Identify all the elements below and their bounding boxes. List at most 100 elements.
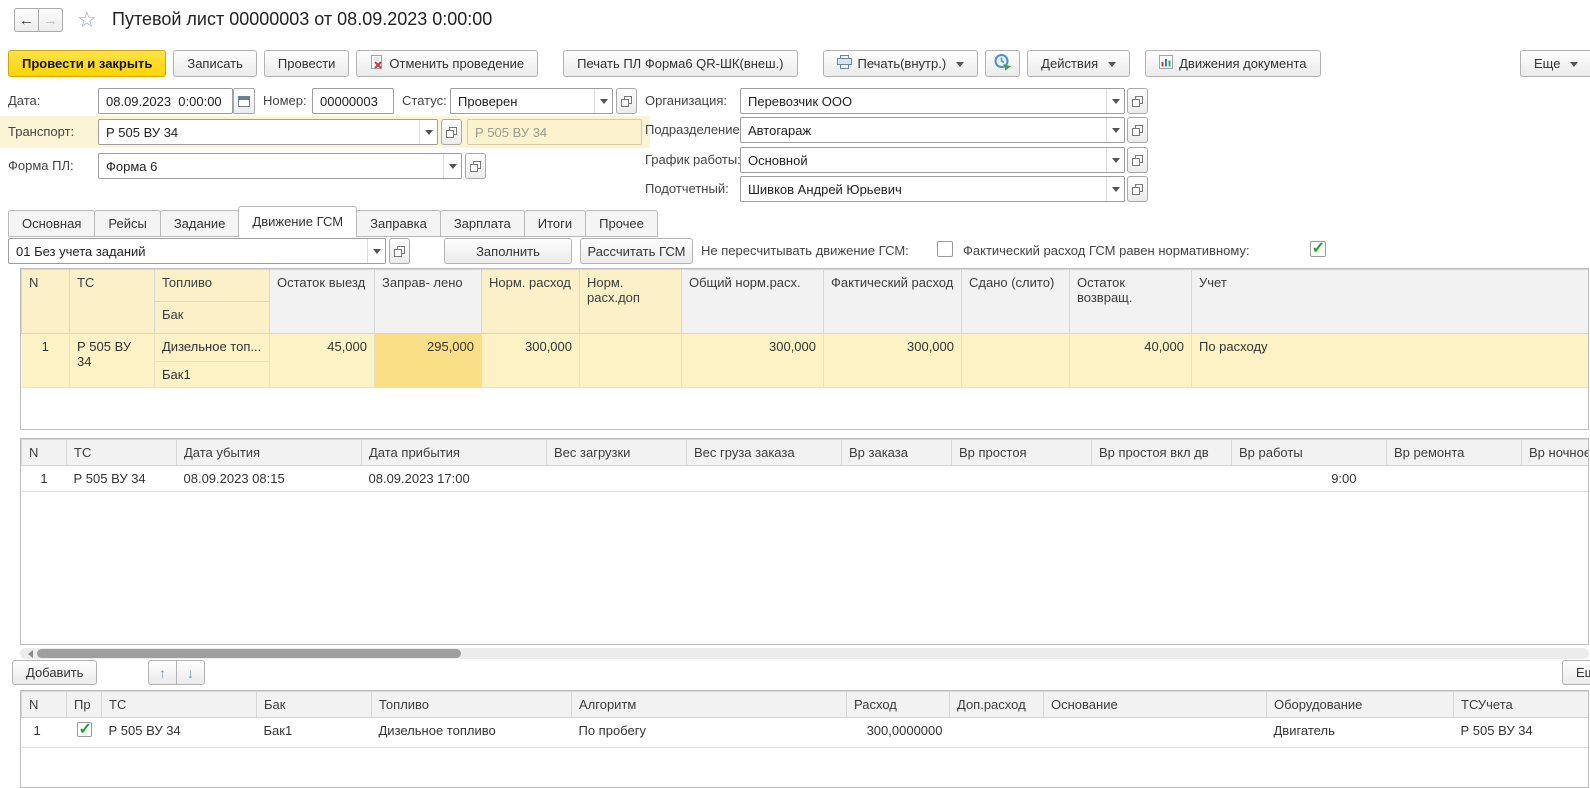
cell-depart[interactable]: 08.09.2023 08:15 bbox=[177, 466, 362, 492]
cell-consumption[interactable]: 300,0000000 bbox=[847, 718, 950, 748]
forward-button[interactable]: → bbox=[38, 8, 63, 32]
chevron-down-icon[interactable] bbox=[594, 89, 612, 113]
chevron-down-icon[interactable] bbox=[1106, 148, 1124, 172]
cell-pr[interactable] bbox=[67, 718, 102, 748]
cell-fuel[interactable]: Дизельное топливо bbox=[372, 718, 572, 748]
undo-posting-button[interactable]: Отменить проведение bbox=[356, 50, 538, 77]
cell-equipment[interactable]: Двигатель bbox=[1267, 718, 1454, 748]
cell-refueled-selected[interactable]: 295,000 bbox=[375, 334, 482, 388]
cell-repair-time[interactable] bbox=[1387, 466, 1522, 492]
algo-col-add-consumption[interactable]: Доп.расход bbox=[950, 692, 1044, 718]
fuel-col-drained[interactable]: Сдано (слито) bbox=[962, 270, 1070, 334]
print-internal-button[interactable]: Печать(внутр.) bbox=[823, 50, 979, 77]
algo-col-tank[interactable]: Бак bbox=[257, 692, 372, 718]
cell-add-consumption[interactable] bbox=[950, 718, 1044, 748]
trip-col-arrive[interactable]: Дата прибытия bbox=[362, 440, 547, 466]
algo-col-fuel[interactable]: Топливо bbox=[372, 692, 572, 718]
chevron-down-icon[interactable] bbox=[419, 120, 437, 144]
organization-combo[interactable]: Перевозчик ООО bbox=[740, 88, 1125, 114]
gsm-mode-open-button[interactable] bbox=[389, 238, 410, 264]
chevron-down-icon[interactable] bbox=[1106, 177, 1124, 201]
cell-tank[interactable]: Бак1 bbox=[257, 718, 372, 748]
trip-col-repair-time[interactable]: Вр ремонта bbox=[1387, 440, 1522, 466]
post-button[interactable]: Провести bbox=[264, 50, 350, 77]
add-button[interactable]: Добавить bbox=[12, 660, 97, 685]
fuel-col-refueled[interactable]: Заправ- лено bbox=[375, 270, 482, 334]
scrollbar-thumb[interactable] bbox=[37, 649, 461, 658]
cell-night-time[interactable] bbox=[1522, 466, 1590, 492]
cell-drained[interactable] bbox=[962, 334, 1070, 388]
date-picker-button[interactable] bbox=[233, 88, 255, 114]
cell-idle-time[interactable] bbox=[952, 466, 1092, 492]
more-button-top[interactable]: Еще bbox=[1520, 50, 1590, 77]
trip-col-order-weight[interactable]: Вес груза заказа bbox=[687, 440, 842, 466]
fuel-col-fact[interactable]: Фактический расход bbox=[824, 270, 962, 334]
chevron-down-icon[interactable] bbox=[443, 154, 461, 178]
actions-button[interactable]: Действия bbox=[1027, 50, 1130, 77]
fuel-col-norm-total[interactable]: Общий норм.расх. bbox=[682, 270, 824, 334]
fuel-col-accounting[interactable]: Учет bbox=[1192, 270, 1590, 334]
algo-col-ts-account[interactable]: ТСУчета bbox=[1454, 692, 1590, 718]
print-pl-external-button[interactable]: Печать ПЛ Форма6 QR-ШК(внеш.) bbox=[563, 50, 797, 77]
pr-checkbox[interactable] bbox=[77, 722, 92, 737]
trip-col-order-time[interactable]: Вр заказа bbox=[842, 440, 952, 466]
fuel-col-ts[interactable]: ТС bbox=[70, 270, 155, 334]
chevron-down-icon[interactable] bbox=[1106, 118, 1124, 142]
cell-fuel[interactable]: Дизельное топ... bbox=[155, 334, 270, 362]
cell-row-number[interactable]: 1 bbox=[22, 334, 70, 388]
tab-itogi[interactable]: Итоги bbox=[524, 210, 586, 237]
cell-work-time[interactable]: 9:00 bbox=[1232, 466, 1387, 492]
trip-col-load-weight[interactable]: Вес загрузки bbox=[547, 440, 687, 466]
division-open-button[interactable] bbox=[1127, 117, 1148, 143]
document-movements-button[interactable]: Движения документа bbox=[1145, 50, 1320, 77]
trip-col-depart[interactable]: Дата убытия bbox=[177, 440, 362, 466]
calculate-gsm-button[interactable]: Рассчитать ГСМ bbox=[580, 238, 693, 264]
work-schedule-open-button[interactable] bbox=[1127, 147, 1148, 173]
tab-zarplata[interactable]: Зарплата bbox=[440, 210, 525, 237]
write-button[interactable]: Записать bbox=[173, 50, 257, 77]
favorite-star-icon[interactable]: ☆ bbox=[77, 7, 97, 33]
trip-col-n[interactable]: N bbox=[22, 440, 67, 466]
trip-col-work-time[interactable]: Вр работы bbox=[1232, 440, 1387, 466]
refresh-button[interactable] bbox=[985, 50, 1020, 77]
cell-ts-account[interactable]: Р 505 ВУ 34 bbox=[1454, 718, 1590, 748]
fuel-col-n[interactable]: N bbox=[22, 270, 70, 334]
cell-arrive[interactable]: 08.09.2023 17:00 bbox=[362, 466, 547, 492]
transport-open-button[interactable] bbox=[441, 119, 462, 145]
cell-accounting[interactable]: По расходу bbox=[1192, 334, 1590, 388]
trip-col-night-time[interactable]: Вр ночное bbox=[1522, 440, 1590, 466]
accountable-open-button[interactable] bbox=[1127, 176, 1148, 202]
back-button[interactable]: ← bbox=[14, 8, 39, 32]
cell-norm[interactable]: 300,000 bbox=[482, 334, 580, 388]
cell-rest-out[interactable]: 45,000 bbox=[270, 334, 375, 388]
gsm-mode-combo[interactable]: 01 Без учета заданий bbox=[8, 238, 386, 264]
chevron-down-icon[interactable] bbox=[367, 239, 385, 263]
move-down-button[interactable]: ↓ bbox=[176, 660, 205, 685]
cell-ts[interactable]: Р 505 ВУ 34 bbox=[70, 334, 155, 388]
fuel-col-norm-add[interactable]: Норм. расх.доп bbox=[580, 270, 682, 334]
cell-basis[interactable] bbox=[1044, 718, 1267, 748]
fuel-col-rest-return[interactable]: Остаток возвращ. bbox=[1070, 270, 1192, 334]
cell-order-weight[interactable] bbox=[687, 466, 842, 492]
tab-reisy[interactable]: Рейсы bbox=[94, 210, 160, 237]
cell-fact[interactable]: 300,000 bbox=[824, 334, 962, 388]
trip-col-idle-time[interactable]: Вр простоя bbox=[952, 440, 1092, 466]
post-and-close-button[interactable]: Провести и закрыть bbox=[8, 50, 166, 77]
horizontal-scrollbar[interactable] bbox=[20, 648, 1589, 659]
cell-algorithm[interactable]: По пробегу bbox=[572, 718, 847, 748]
fuel-col-tank[interactable]: Бак bbox=[155, 302, 270, 334]
tab-zadanie[interactable]: Задание bbox=[160, 210, 240, 237]
division-combo[interactable]: Автогараж bbox=[740, 117, 1125, 143]
cell-rest-return[interactable]: 40,000 bbox=[1070, 334, 1192, 388]
trip-col-ts[interactable]: ТС bbox=[67, 440, 177, 466]
cell-row-number[interactable]: 1 bbox=[22, 466, 67, 492]
status-open-button[interactable] bbox=[616, 88, 637, 114]
organization-open-button[interactable] bbox=[1127, 88, 1148, 114]
transport-combo[interactable]: Р 505 ВУ 34 bbox=[98, 119, 438, 145]
cell-tank[interactable]: Бак1 bbox=[155, 362, 270, 388]
tab-zapravka[interactable]: Заправка bbox=[356, 210, 441, 237]
cell-idle-engine[interactable] bbox=[1092, 466, 1232, 492]
algo-col-basis[interactable]: Основание bbox=[1044, 692, 1267, 718]
fuel-col-norm[interactable]: Норм. расход bbox=[482, 270, 580, 334]
tab-dvizhenie-gsm[interactable]: Движение ГСМ bbox=[238, 206, 357, 237]
